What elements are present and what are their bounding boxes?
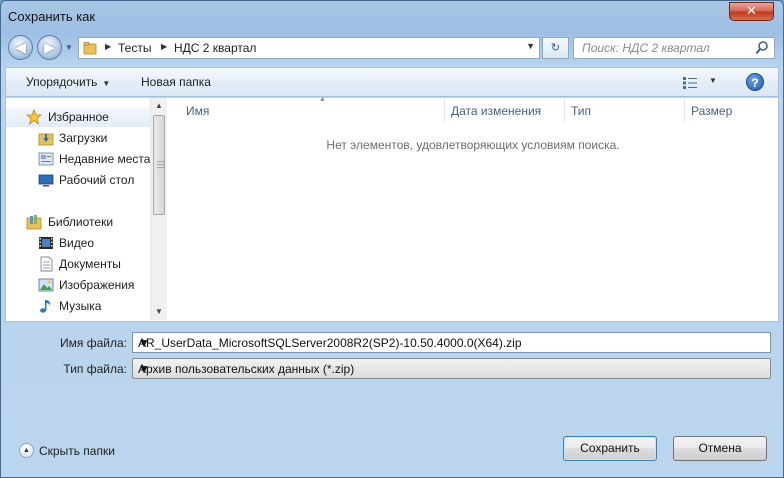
breadcrumb-separator[interactable]: ▶ [105, 42, 111, 51]
sidebar-item-pictures[interactable]: Изображения [6, 275, 150, 295]
music-icon [40, 300, 51, 313]
navigation-pane: Избранное Загрузки Недавние места Рабочи… [6, 98, 150, 320]
column-header-label: Размер [691, 104, 733, 118]
cancel-button[interactable]: Отмена [673, 436, 767, 461]
star-icon [26, 109, 42, 125]
sidebar-item-label: Недавние места [59, 152, 151, 166]
column-header-type[interactable]: Тип [565, 98, 685, 122]
chevron-down-icon: ▼ [138, 362, 150, 376]
grip-icon: — — — [157, 157, 165, 172]
sidebar-item-label: Загрузки [59, 131, 108, 145]
chevron-down-icon: ▼ [102, 79, 111, 88]
sort-ascending-icon: ▲ [319, 96, 326, 103]
window-title: Сохранить как [8, 9, 96, 24]
column-header-label: Тип [571, 104, 592, 118]
sidebar-item-video[interactable]: Видео [6, 233, 150, 253]
back-button[interactable]: ◀ [8, 35, 33, 60]
sidebar-item-downloads[interactable]: Загрузки [6, 128, 150, 148]
search-input[interactable]: Поиск: НДС 2 квартал [573, 37, 775, 59]
libraries-icon [26, 215, 42, 230]
forward-button[interactable]: ▶ [37, 35, 62, 60]
navigation-pane-scrollbar[interactable]: ▲ — — — ▼ [150, 98, 167, 320]
pictures-icon [38, 278, 54, 292]
desktop-icon [38, 174, 54, 187]
filetype-select[interactable]: Архив пользовательских данных (*.zip) ▼ [132, 358, 771, 379]
recent-pages-dropdown[interactable]: ▼ [65, 42, 75, 54]
collapse-arrow-icon: ▲ [19, 443, 34, 458]
scroll-down-icon[interactable]: ▼ [151, 304, 167, 320]
title-bar[interactable]: Сохранить как ✕ [1, 1, 783, 31]
browser-area: Избранное Загрузки Недавние места Рабочи… [5, 96, 779, 322]
filename-label: Имя файла: [60, 336, 127, 350]
sidebar-item-label: Документы [59, 257, 121, 271]
search-icon[interactable] [755, 40, 769, 56]
sidebar-item-documents[interactable]: Документы [6, 254, 150, 274]
sidebar-item-favorites[interactable]: Избранное [6, 107, 150, 127]
folder-icon [83, 42, 97, 55]
help-icon[interactable]: ? [746, 73, 764, 91]
sidebar-item-desktop[interactable]: Рабочий стол [6, 170, 150, 190]
sidebar-item-label: Рабочий стол [59, 173, 135, 187]
address-dropdown-icon[interactable]: ▼ [526, 41, 535, 51]
scroll-up-icon[interactable]: ▲ [151, 98, 167, 114]
column-header-label: Дата изменения [451, 104, 542, 118]
sidebar-item-label: Изображения [59, 278, 135, 292]
sidebar-item-music[interactable]: Музыка [6, 296, 150, 316]
sidebar-item-label: Избранное [48, 110, 109, 124]
column-header-date-modified[interactable]: Дата изменения [445, 98, 565, 122]
filetype-label: Тип файла: [63, 362, 127, 376]
column-header-name[interactable]: Имя ▲ [180, 96, 445, 122]
column-header-size[interactable]: Размер [685, 98, 778, 122]
command-bar: Упорядочить ▼ Новая папка ▼ ? [5, 67, 779, 97]
hide-folders-label: Скрыть папки [39, 444, 115, 458]
new-folder-button[interactable]: Новая папка [141, 75, 211, 89]
save-button[interactable]: Сохранить [563, 436, 657, 461]
save-as-dialog: Сохранить как ✕ ◀ ▶ ▼ ▶ Тесты ▶ НДС 2 кв… [0, 0, 784, 478]
sidebar-item-recent-places[interactable]: Недавние места [6, 149, 150, 169]
column-header-label: Имя [186, 104, 210, 118]
sidebar-item-label: Библиотеки [48, 215, 114, 229]
search-placeholder: Поиск: НДС 2 квартал [582, 41, 710, 55]
video-icon [39, 237, 53, 249]
address-bar[interactable]: ▶ Тесты ▶ НДС 2 квартал ▼ [78, 37, 540, 59]
filename-dropdown-icon[interactable]: ▼ [138, 336, 767, 350]
view-options-icon[interactable] [682, 76, 698, 90]
breadcrumb-separator[interactable]: ▶ [161, 42, 167, 51]
breadcrumb-item-tests[interactable]: Тесты [118, 41, 151, 55]
recent-places-icon [38, 152, 54, 166]
sidebar-item-libraries[interactable]: Библиотеки [6, 212, 150, 232]
sidebar-item-label: Видео [59, 236, 95, 250]
scrollbar-thumb[interactable]: — — — [153, 115, 165, 215]
close-button[interactable]: ✕ [729, 2, 774, 21]
empty-results-message: Нет элементов, удовлетворяющих условиям … [326, 138, 620, 152]
organize-label: Упорядочить [26, 75, 98, 89]
file-list: Имя ▲ Дата изменения Тип Размер Нет элем… [168, 96, 778, 320]
organize-button[interactable]: Упорядочить ▼ [26, 75, 110, 89]
downloads-folder-icon [38, 133, 54, 146]
filename-field[interactable]: AR_UserData_MicrosoftSQLServer2008R2(SP2… [132, 332, 771, 353]
refresh-button[interactable]: ↻ [542, 37, 569, 59]
breadcrumb-item-current[interactable]: НДС 2 квартал [174, 41, 256, 55]
documents-icon [40, 256, 53, 272]
sidebar-item-label: Музыка [59, 299, 102, 313]
view-dropdown-icon[interactable]: ▼ [709, 76, 717, 85]
